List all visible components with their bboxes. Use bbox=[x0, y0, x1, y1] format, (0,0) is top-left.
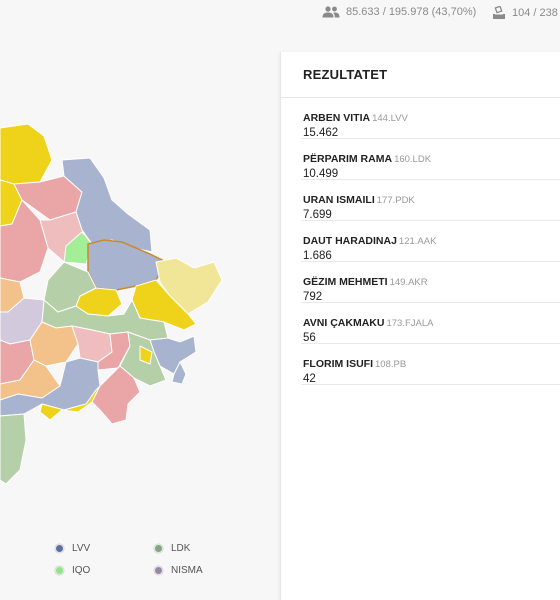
people-icon bbox=[322, 6, 340, 18]
voter-turnout-text: 85.633 / 195.978 (43,70%) bbox=[346, 6, 477, 18]
legend-dot-ldk bbox=[154, 544, 163, 553]
result-row[interactable]: GËZIM MEHMETI 149.AKR 792 bbox=[301, 262, 560, 303]
candidate-votes: 7.699 bbox=[303, 209, 332, 221]
legend-item-lvv[interactable]: LVV bbox=[55, 543, 90, 554]
legend-dot-lvv bbox=[55, 544, 64, 553]
legend-label-lvv: LVV bbox=[72, 543, 91, 554]
top-stats-bar: 85.633 / 195.978 (43,70%) 104 / 238 bbox=[322, 6, 560, 26]
results-panel-title: REZULTATET bbox=[281, 52, 560, 98]
ballot-box-icon bbox=[492, 6, 506, 20]
candidate-votes: 792 bbox=[303, 291, 323, 303]
candidate-name: AVNI ÇAKMAKU bbox=[303, 317, 385, 329]
candidate-name: URAN ISMAILI bbox=[303, 194, 375, 206]
candidate-votes: 42 bbox=[303, 373, 316, 385]
polling-stations-stat: 104 / 238 bbox=[492, 6, 558, 20]
result-row[interactable]: PËRPARIM RAMA 160.LDK 10.499 bbox=[301, 139, 560, 180]
candidate-code: 173.FJALA bbox=[386, 318, 434, 329]
candidate-code: 121.AAK bbox=[398, 236, 437, 247]
candidate-code: 177.PDK bbox=[376, 195, 415, 206]
candidate-name: PËRPARIM RAMA bbox=[303, 153, 393, 165]
candidate-votes: 1.686 bbox=[303, 250, 332, 262]
result-row[interactable]: URAN ISMAILI 177.PDK 7.699 bbox=[301, 180, 560, 221]
voter-turnout-stat: 85.633 / 195.978 (43,70%) bbox=[322, 6, 476, 18]
legend-label-iqo: IQO bbox=[72, 565, 91, 576]
candidate-name: GËZIM MEHMETI bbox=[303, 276, 388, 288]
candidate-name: ARBEN VITIA bbox=[303, 112, 371, 124]
legend-label-ldk: LDK bbox=[171, 543, 191, 554]
legend-dot-nisma bbox=[154, 566, 163, 575]
kosovo-municipality-map[interactable] bbox=[0, 110, 235, 500]
legend-item-nisma[interactable]: NISMA bbox=[154, 565, 203, 576]
map-region-south-ldk[interactable] bbox=[0, 413, 27, 485]
candidate-code: 144.LVV bbox=[372, 113, 408, 124]
results-panel: REZULTATET ARBEN VITIA 144.LVV 15.462 PËR… bbox=[280, 52, 560, 600]
legend-item-ldk[interactable]: LDK bbox=[154, 543, 190, 554]
candidate-votes: 10.499 bbox=[303, 168, 339, 180]
candidate-name: DAUT HARADINAJ bbox=[303, 235, 397, 247]
legend-dot-iqo bbox=[55, 566, 64, 575]
result-row[interactable]: AVNI ÇAKMAKU 173.FJALA 56 bbox=[301, 303, 560, 344]
map-region-malisheva-orange[interactable] bbox=[29, 321, 79, 367]
result-row[interactable]: DAUT HARADINAJ 121.AAK 1.686 bbox=[301, 221, 560, 262]
candidate-code: 149.AKR bbox=[389, 277, 428, 288]
candidate-votes: 15.462 bbox=[303, 127, 339, 139]
results-list: ARBEN VITIA 144.LVV 15.462 PËRPARIM RAMA 1… bbox=[281, 98, 560, 385]
result-row[interactable]: FLORIM ISUFI 108.PB 42 bbox=[301, 344, 560, 385]
result-row[interactable]: ARBEN VITIA 144.LVV 15.462 bbox=[301, 98, 560, 139]
legend-label-nisma: NISMA bbox=[171, 565, 203, 576]
map-region-north-pdk[interactable] bbox=[0, 123, 53, 185]
candidate-votes: 56 bbox=[303, 332, 316, 344]
candidate-code: 160.LDK bbox=[394, 154, 432, 165]
candidate-code: 108.PB bbox=[375, 359, 407, 370]
polling-stations-text: 104 / 238 bbox=[512, 7, 558, 19]
candidate-name: FLORIM ISUFI bbox=[303, 358, 373, 370]
legend-item-iqo[interactable]: IQO bbox=[55, 565, 90, 576]
